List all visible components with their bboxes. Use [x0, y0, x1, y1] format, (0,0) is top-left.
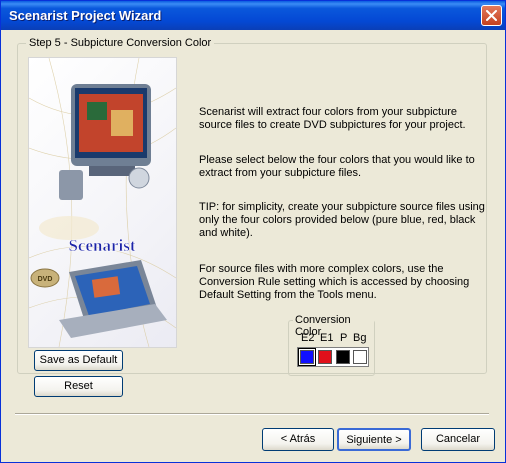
brand-logo-text: Scenarist	[68, 236, 135, 255]
label-p: P	[340, 332, 348, 344]
swatch-p-black[interactable]	[336, 350, 350, 364]
back-label: < Atrás	[280, 433, 316, 445]
step-title: Step 5 - Subpicture Conversion Color	[26, 37, 215, 49]
illustration-graphic: Scenarist DVD	[29, 58, 176, 347]
conversion-note-text: For source files with more complex color…	[199, 263, 470, 301]
reset-button[interactable]: Reset	[34, 376, 123, 397]
reset-label: Reset	[64, 380, 93, 392]
save-as-default-label: Save as Default	[39, 354, 118, 366]
back-button[interactable]: < Atrás	[262, 428, 334, 451]
label-e2: E2	[301, 332, 315, 344]
cancel-label: Cancelar	[435, 433, 481, 445]
wizard-body: Step 5 - Subpicture Conversion Color Sce…	[4, 30, 501, 460]
next-button[interactable]: Siguiente >	[337, 428, 411, 451]
tip-text: TIP: for simplicity, create your subpict…	[199, 201, 485, 239]
title-bar[interactable]: Scenarist Project Wizard	[1, 1, 505, 30]
conversion-color-group: Conversion Color E2 E1 P Bg	[288, 314, 375, 376]
close-icon	[486, 10, 497, 21]
swatch-bg-white[interactable]	[353, 350, 367, 364]
scenarist-illustration: Scenarist DVD	[28, 57, 177, 348]
intro-text: Scenarist will extract four colors from …	[199, 106, 466, 131]
wizard-window: Scenarist Project Wizard Step 5 - Subpic…	[0, 0, 506, 463]
cancel-button[interactable]: Cancelar	[421, 428, 495, 451]
color-swatch-row	[297, 347, 369, 367]
next-label: Siguiente >	[346, 434, 402, 446]
label-bg: Bg	[353, 332, 367, 344]
swatch-e2-blue[interactable]	[298, 348, 316, 366]
swatch-e1-red[interactable]	[318, 350, 332, 364]
label-e1: E1	[320, 332, 334, 344]
window-title: Scenarist Project Wizard	[9, 8, 162, 23]
separator-line	[15, 413, 489, 415]
close-button[interactable]	[481, 5, 502, 26]
instruction-text: Please select below the four colors that…	[199, 154, 475, 179]
save-as-default-button[interactable]: Save as Default	[34, 350, 123, 371]
step-groupbox: Step 5 - Subpicture Conversion Color Sce…	[17, 37, 487, 376]
dvd-badge: DVD	[38, 276, 53, 283]
